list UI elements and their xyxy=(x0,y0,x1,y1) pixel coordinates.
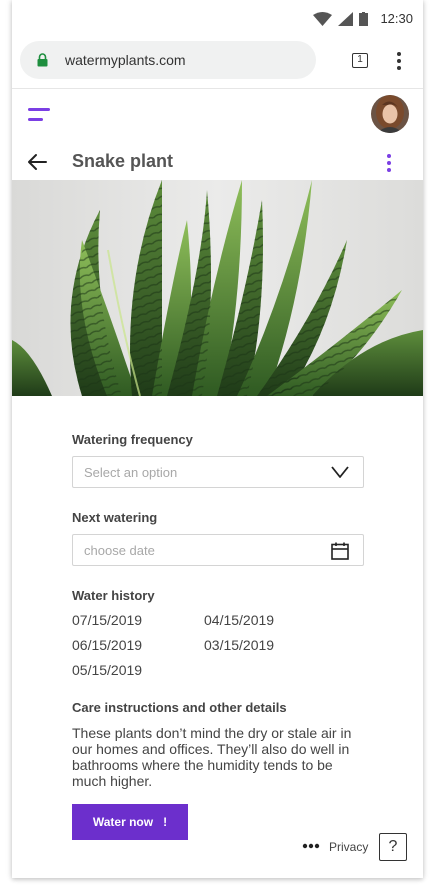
hamburger-menu-icon[interactable] xyxy=(28,108,52,122)
url-text: watermyplants.com xyxy=(65,52,186,68)
status-time: 12:30 xyxy=(380,11,413,26)
history-date: 07/15/2019 xyxy=(72,612,143,628)
next-watering-placeholder: choose date xyxy=(84,543,155,558)
tab-switcher-button[interactable]: 1 xyxy=(352,53,368,68)
battery-icon xyxy=(359,11,369,26)
lock-icon xyxy=(37,53,48,67)
avatar[interactable] xyxy=(371,95,409,133)
more-horizontal-icon[interactable] xyxy=(302,843,320,849)
next-watering-date-field[interactable]: choose date xyxy=(72,534,364,566)
page-title: Snake plant xyxy=(72,151,174,171)
water-now-label: Water now xyxy=(92,815,154,829)
alert-icon: ! xyxy=(163,815,168,829)
plant-photo xyxy=(12,180,423,396)
care-line: These plants don’t mind the dry or stale… xyxy=(72,725,352,741)
browser-divider xyxy=(12,88,423,89)
wifi-icon xyxy=(313,11,333,26)
watering-frequency-label: Watering frequency xyxy=(72,432,193,447)
calendar-icon[interactable] xyxy=(331,542,349,560)
browser-bar: watermyplants.com 1 xyxy=(12,38,423,88)
more-options-icon[interactable] xyxy=(382,153,396,173)
history-date: 03/15/2019 xyxy=(204,637,275,653)
address-bar[interactable]: watermyplants.com xyxy=(20,41,316,79)
water-history-label: Water history xyxy=(72,588,155,603)
care-instructions-label: Care instructions and other details xyxy=(72,700,287,715)
browser-menu-icon[interactable] xyxy=(392,51,406,71)
help-button[interactable]: ? xyxy=(379,833,407,861)
back-arrow-icon[interactable] xyxy=(26,152,48,172)
history-date: 06/15/2019 xyxy=(72,637,143,653)
status-bar: 12:30 xyxy=(12,0,423,38)
privacy-link[interactable]: Privacy xyxy=(329,840,368,854)
history-date: 04/15/2019 xyxy=(204,612,275,628)
chevron-down-icon xyxy=(331,466,349,478)
care-instructions-text: These plants don’t mind the dry or stale… xyxy=(72,725,364,789)
watering-frequency-placeholder: Select an option xyxy=(84,465,178,480)
water-now-button[interactable]: Water now ! xyxy=(72,804,188,840)
history-date: 05/15/2019 xyxy=(72,662,143,678)
phone-frame: 12:30 watermyplants.com 1 Snake plant Wa… xyxy=(12,0,423,878)
signal-icon xyxy=(338,11,354,26)
next-watering-label: Next watering xyxy=(72,510,158,525)
watering-frequency-select[interactable]: Select an option xyxy=(72,456,364,488)
care-line: bathrooms where the humidity tends to be xyxy=(72,757,333,773)
care-line: our homes and offices. They’ll also do w… xyxy=(72,741,350,757)
care-line: much higher. xyxy=(72,773,153,789)
